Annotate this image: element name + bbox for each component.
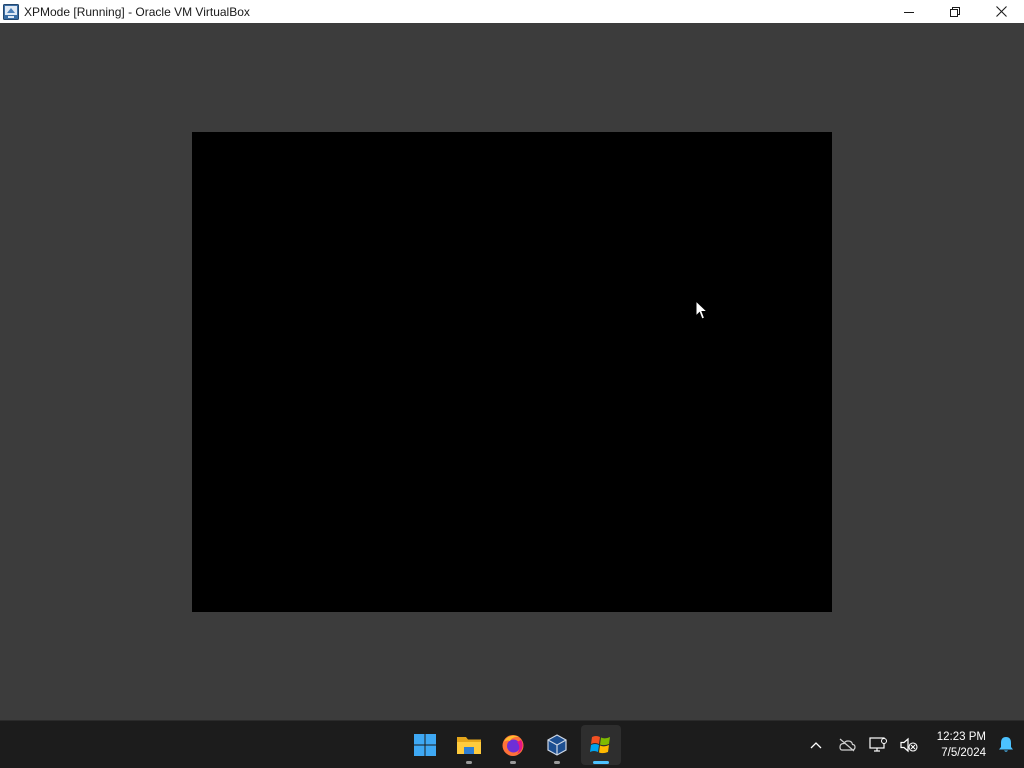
minimize-button[interactable]: [886, 0, 932, 23]
close-button[interactable]: [978, 0, 1024, 23]
network-icon: [869, 736, 887, 752]
volume-button[interactable]: [895, 729, 923, 761]
onedrive-button[interactable]: [833, 729, 861, 761]
taskbar-firefox[interactable]: [493, 725, 533, 765]
folder-icon: [457, 736, 481, 754]
vm-display[interactable]: [192, 132, 832, 612]
title-bar[interactable]: XPMode [Running] - Oracle VM VirtualBox: [0, 0, 1024, 23]
chevron-up-icon: [810, 741, 822, 748]
restore-icon: [950, 6, 960, 17]
show-hidden-icons-button[interactable]: [802, 729, 830, 761]
onedrive-offline-icon: [839, 738, 856, 751]
firefox-icon: [502, 734, 524, 756]
taskbar-virtualbox[interactable]: [537, 725, 577, 765]
minimize-icon: [904, 11, 914, 13]
volume-muted-icon: [900, 737, 918, 752]
screen: XPMode [Running] - Oracle VM VirtualBox: [0, 0, 1024, 768]
taskbar-apps: [403, 721, 623, 768]
notifications-button[interactable]: [992, 729, 1020, 761]
network-button[interactable]: [864, 729, 892, 761]
running-indicator: [466, 760, 472, 764]
clock[interactable]: 12:23 PM 7/5/2024: [937, 729, 986, 761]
system-tray: 12:23 PM 7/5/2024: [799, 721, 1024, 768]
virtualbox-icon[interactable]: [3, 3, 19, 20]
window-title: XPMode [Running] - Oracle VM VirtualBox: [24, 4, 250, 19]
start-button[interactable]: [405, 725, 445, 765]
running-indicator: [510, 760, 516, 764]
close-icon: [995, 6, 1007, 17]
window-controls: [886, 0, 1024, 23]
active-indicator: [593, 760, 609, 764]
bell-icon: [999, 737, 1013, 752]
clock-date: 7/5/2024: [941, 746, 986, 759]
windows-logo-icon: [414, 733, 436, 756]
virtualbox-cube-icon: [547, 733, 567, 756]
vm-viewport[interactable]: [0, 23, 1024, 720]
windows-xp-flag-icon: [590, 735, 610, 753]
taskbar-xpmode[interactable]: [581, 724, 621, 765]
running-indicator: [554, 760, 560, 764]
clock-time: 12:23 PM: [936, 730, 986, 743]
restore-button[interactable]: [932, 0, 978, 23]
mouse-cursor-icon: [695, 300, 709, 320]
taskbar-file-explorer[interactable]: [449, 725, 489, 765]
taskbar: 12:23 PM 7/5/2024: [0, 720, 1024, 768]
